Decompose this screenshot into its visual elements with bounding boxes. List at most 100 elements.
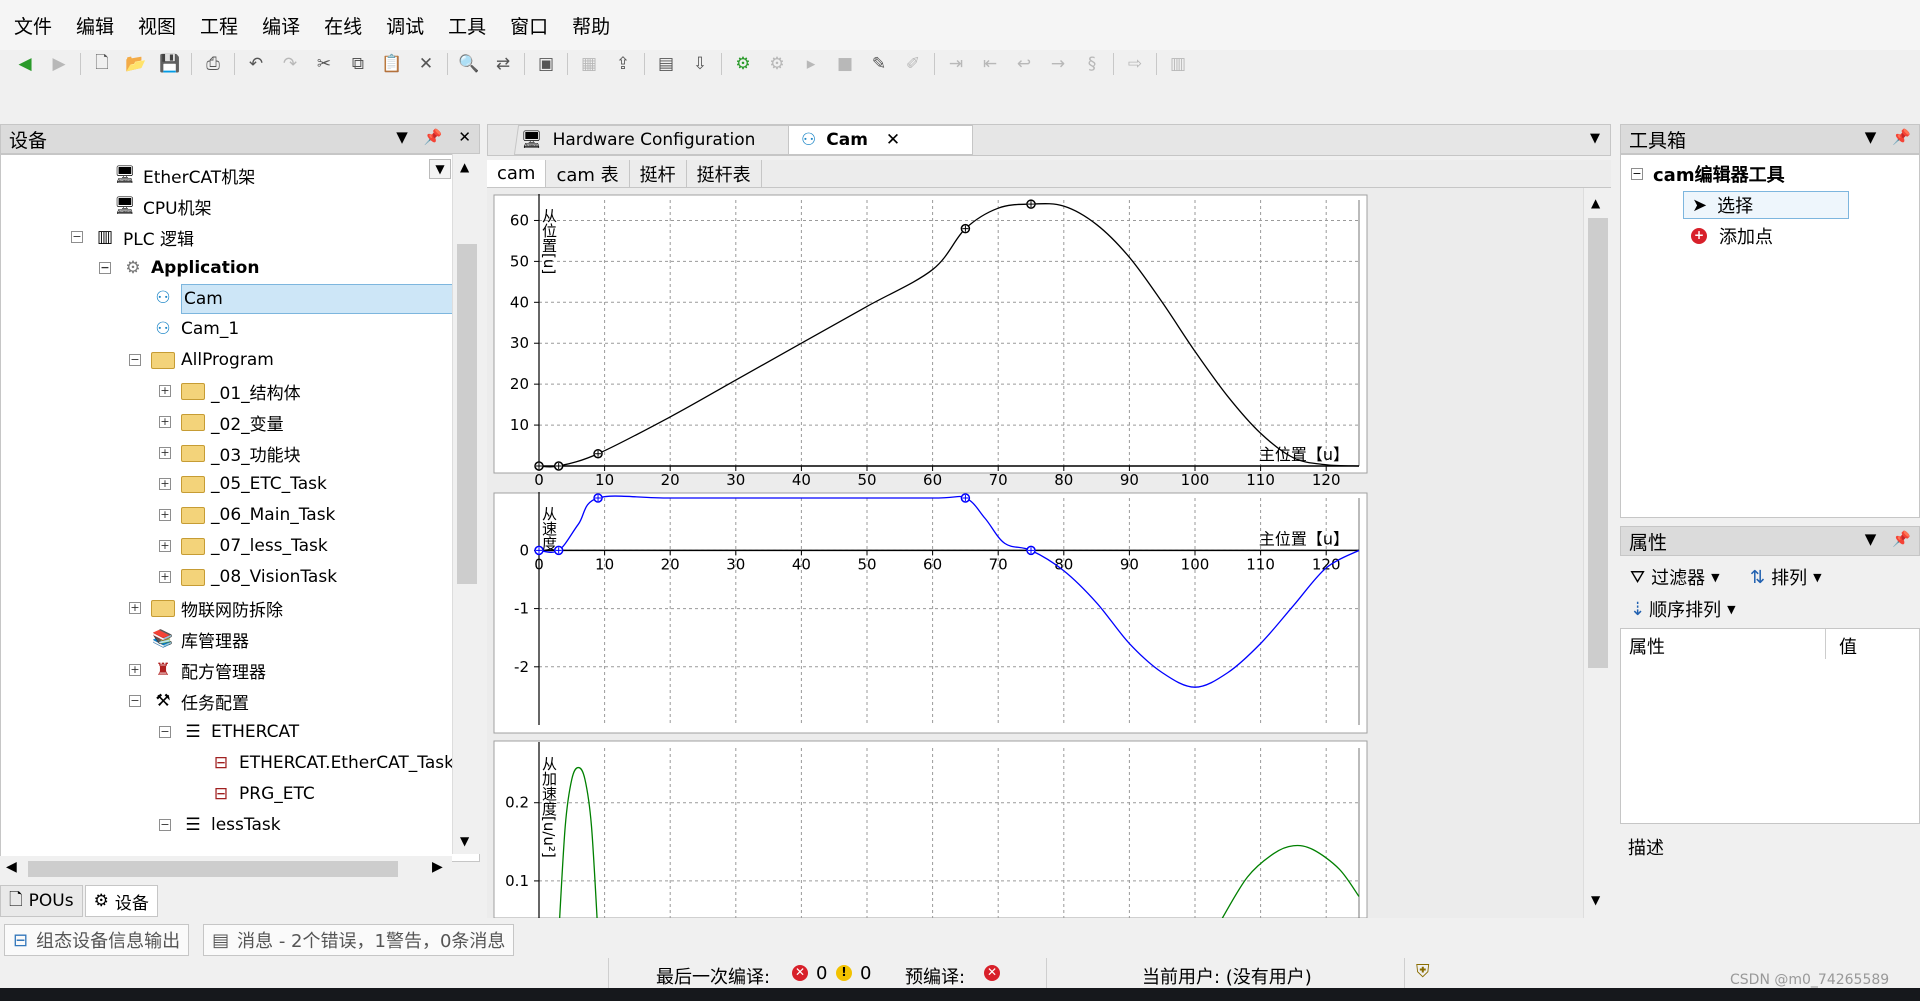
scroll-thumb[interactable] [457, 244, 477, 584]
shield-icon[interactable]: ⛨ [1416, 961, 1430, 982]
tree-node-ethercat-task[interactable]: − ☰ ETHERCAT [159, 717, 299, 747]
menu-item[interactable]: 工具 [448, 12, 486, 39]
reset-icon[interactable]: ✎ [866, 51, 892, 77]
tree-dropdown-button[interactable]: ▼ [429, 159, 451, 179]
close-icon[interactable]: ✕ [458, 128, 471, 146]
scroll-thumb[interactable] [28, 861, 398, 877]
scroll-down-icon[interactable]: ▼ [1591, 893, 1600, 907]
step-over-icon[interactable]: ⇥ [943, 51, 969, 77]
scroll-up-icon[interactable]: ▲ [1591, 196, 1600, 210]
next-statement-icon[interactable]: ⇨ [1122, 51, 1148, 77]
collapse-icon[interactable]: − [129, 354, 141, 366]
expand-icon[interactable]: + [129, 664, 141, 676]
dropdown-icon[interactable]: ▼ [1865, 128, 1877, 146]
find-icon[interactable]: 🔍 [456, 51, 482, 77]
copy-icon[interactable]: ⧉ [345, 51, 371, 77]
tab-devices[interactable]: ⚙ 设备 [84, 885, 158, 917]
tree-node-folder[interactable]: + _05_ETC_Task [159, 469, 327, 499]
precompile-error-icon[interactable]: ✕ [984, 965, 1000, 981]
close-tab-icon[interactable]: ✕ [886, 130, 900, 150]
build-icon[interactable]: ▤ [653, 51, 679, 77]
login-icon[interactable]: ⚙ [730, 51, 756, 77]
tab-hardware-configuration[interactable]: 🖥 Hardware Configuration [513, 125, 819, 155]
editor-vertical-scrollbar[interactable]: ▲ ▼ [1583, 188, 1611, 918]
order-dropdown[interactable]: ⇣ 顺序排列 ▼ [1630, 596, 1736, 622]
expand-icon[interactable]: + [159, 478, 171, 490]
stop-icon[interactable]: ■ [832, 51, 858, 77]
start-icon[interactable]: ▸ [798, 51, 824, 77]
menu-item[interactable]: 帮助 [572, 12, 610, 39]
expand-icon[interactable]: + [159, 416, 171, 428]
filter-dropdown[interactable]: ⛛ 过滤器 ▼ [1630, 564, 1720, 590]
tree-node-cpu-rack[interactable]: 🖥 CPU机架 [113, 191, 211, 221]
collapse-icon[interactable]: − [159, 726, 171, 738]
tree-vertical-scrollbar[interactable]: ▲ ▼ [452, 154, 480, 854]
subtab-tappet-table[interactable]: 挺杆表 [687, 160, 762, 187]
expand-icon[interactable]: + [159, 540, 171, 552]
tree-node-cam[interactable]: Cam [181, 284, 453, 314]
tree-node-folder[interactable]: + _03_功能块 [159, 438, 301, 468]
forward-icon[interactable]: ▶ [46, 51, 72, 77]
menu-item[interactable]: 调试 [386, 12, 424, 39]
properties-grid[interactable]: 属性 值 [1620, 628, 1920, 824]
tree-node-application[interactable]: − ⚙ Application [99, 253, 259, 283]
scroll-left-icon[interactable]: ◀ [6, 859, 17, 875]
tab-cam[interactable]: ⚇ Cam ✕ [788, 125, 973, 155]
open-icon[interactable]: 📂 [123, 51, 149, 77]
expand-icon[interactable]: + [159, 571, 171, 583]
toolbox-group[interactable]: − cam编辑器工具 [1631, 161, 1785, 187]
tree-node-plc-logic[interactable]: − ▥ PLC 逻辑 [71, 222, 194, 252]
cut-icon[interactable]: ✂ [311, 51, 337, 77]
tree-node-program-call[interactable]: ⊟ ETHERCAT.EtherCAT_Task [209, 748, 454, 778]
tree-node-folder[interactable]: + _01_结构体 [159, 376, 301, 406]
collapse-icon[interactable]: − [71, 231, 83, 243]
step-out-icon[interactable]: ↩ [1011, 51, 1037, 77]
pin-icon[interactable]: 📌 [1892, 128, 1911, 146]
tree-node-cam-1[interactable]: ⚇ Cam_1 [151, 314, 239, 344]
menu-item[interactable]: 视图 [138, 12, 176, 39]
print-icon[interactable]: ⎙ [200, 51, 226, 77]
tree-node-program-call[interactable]: ⊟ PRG_ETC [209, 779, 315, 809]
tree-node-folder[interactable]: + _06_Main_Task [159, 500, 335, 530]
scroll-right-icon[interactable]: ▶ [432, 859, 443, 875]
tree-node-folder[interactable]: + _02_变量 [159, 407, 284, 437]
device-output-tab[interactable]: ⊟ 组态设备信息输出 [4, 924, 190, 956]
replace-icon[interactable]: ⇄ [490, 51, 516, 77]
expand-icon[interactable]: + [159, 509, 171, 521]
dropdown-icon[interactable]: ▼ [396, 128, 408, 146]
undo-icon[interactable]: ↶ [243, 51, 269, 77]
download-icon[interactable]: ⇩ [687, 51, 713, 77]
save-icon[interactable]: 💾 [157, 51, 183, 77]
menu-item[interactable]: 编辑 [76, 12, 114, 39]
run-to-cursor-icon[interactable]: → [1045, 51, 1071, 77]
tab-pous[interactable]: 🗋 POUs [0, 885, 83, 917]
menu-item[interactable]: 窗口 [510, 12, 548, 39]
delete-icon[interactable]: ✕ [413, 51, 439, 77]
menu-item[interactable]: 在线 [324, 12, 362, 39]
scroll-thumb[interactable] [1588, 218, 1608, 668]
scroll-up-icon[interactable]: ▲ [460, 160, 469, 174]
tool-select[interactable]: ➤ 选择 [1683, 191, 1849, 219]
redo-icon[interactable]: ↷ [277, 51, 303, 77]
logout-icon[interactable]: ⚙ [764, 51, 790, 77]
subtab-tappet[interactable]: 挺杆 [630, 160, 687, 187]
cam-chart-area[interactable]: 10 20 30 40 50 60 0 10 20 30 40 50 60 70 80 90 100 110 120… [487, 188, 1583, 918]
precompile-label[interactable]: 预编译: [905, 963, 965, 989]
edit-icon[interactable]: ✐ [900, 51, 926, 77]
pin-icon[interactable]: 📌 [424, 128, 443, 146]
menu-item[interactable]: 编译 [262, 12, 300, 39]
tree-node-folder[interactable]: + 物联网防拆除 [129, 593, 283, 623]
new-icon[interactable]: 🗋 [89, 51, 115, 77]
step-into-icon[interactable]: ⇤ [977, 51, 1003, 77]
collapse-icon[interactable]: − [129, 695, 141, 707]
dropdown-icon[interactable]: ▼ [1865, 530, 1877, 548]
export-icon[interactable]: ⇪ [610, 51, 636, 77]
tab-list-dropdown-icon[interactable]: ▼ [1590, 131, 1600, 146]
collapse-icon[interactable]: − [1631, 168, 1643, 180]
device-tree[interactable]: 🖥 EtherCAT机架 🖥 CPU机架 − ▥ PLC 逻辑 − ⚙ Applicatio… [0, 154, 480, 862]
messages-tab[interactable]: ▤ 消息 - 2个错误，1警告，0条消息 [203, 924, 515, 956]
tree-horizontal-scrollbar[interactable]: ◀ ▶ [0, 856, 452, 882]
expand-icon[interactable]: + [159, 385, 171, 397]
subtab-cam-table[interactable]: cam 表 [546, 160, 630, 187]
tree-node-less-task[interactable]: − ☰ lessTask [159, 810, 281, 840]
